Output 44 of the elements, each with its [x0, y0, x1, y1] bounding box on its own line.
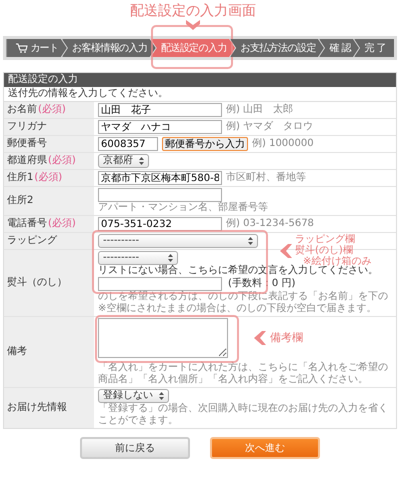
text-field[interactable]: 山田 花子 [98, 103, 222, 117]
hint-text: 例) 1000000 [252, 138, 314, 150]
field-label: 住所2 [7, 195, 34, 207]
section-header: 配送設定の入力 [4, 73, 396, 87]
required-label: (必須) [38, 104, 66, 116]
text-field[interactable]: 075-351-0232 [98, 217, 222, 231]
field-label: 住所1 [7, 172, 34, 184]
field-label: 備考 [7, 346, 27, 358]
required-label: (必須) [34, 172, 62, 184]
text-field[interactable]: ヤマダ ハナコ [98, 120, 222, 134]
annotation-label: ※絵付け箱のみ [303, 256, 372, 267]
dropdown[interactable]: ---------- [98, 234, 258, 248]
note-text: のしを希望される方は、のしの下段に表記する「お名前」を下の [98, 291, 388, 302]
hint-text: 例) 03-1234-5678 [226, 218, 314, 230]
dropdown[interactable]: 京都府 [98, 154, 149, 168]
field-label: フリガナ [7, 121, 47, 133]
annotation-label: 備考欄 [270, 332, 303, 344]
hint-text: 例) 山田 太郎 [226, 104, 294, 116]
annotation-label: ラッピング欄 [295, 234, 356, 245]
text-field[interactable]: 6008357 [98, 137, 158, 151]
instruction-text: リストにない場合、こちらに希望の文言を入力してください。 [98, 265, 378, 277]
hint-text: アパート・マンション名、部屋番号等 [98, 202, 268, 214]
fee-text: (手数料：0 円) [228, 278, 296, 290]
annotation-label: 熨斗(のし)欄 [295, 245, 354, 256]
field-label: 電話番号 [7, 218, 47, 230]
back-button[interactable]: 前に戻る [80, 437, 190, 459]
field-label: お名前 [7, 104, 37, 116]
postal-lookup-button[interactable]: 郵便番号から入力 [162, 137, 248, 151]
note-text: 「登録する」の場合、次回購入時に現在のお届け先の入力を省くことができます。 [98, 403, 389, 427]
field-label: 都道府県 [7, 155, 47, 167]
hint-text: 例) ヤマダ タロウ [226, 121, 314, 133]
required-label: (必須) [48, 218, 76, 230]
hint-text: 市区町村、番地等 [226, 172, 306, 184]
dropdown[interactable]: 登録しない [98, 389, 169, 403]
field-label: ラッピング [7, 235, 57, 247]
note-text: ※空欄にされたままの場合は、のしの下段が空白で届きます。 [98, 303, 376, 315]
field-label: お届け先情報 [7, 402, 67, 414]
field-label: 熨斗（のし） [7, 277, 67, 289]
note-text: 「名入れ」をカートに入れた方は、こちらに「名入れをご希望の商品名」「名入れ個所」「名入れ内容」をご記入ください。 [98, 362, 389, 386]
annotation-title: 配送設定の入力画面 [130, 3, 256, 19]
required-label: (必須) [48, 155, 76, 167]
text-field[interactable]: 京都市下京区梅本町580-8 [98, 171, 222, 185]
dropdown[interactable]: ---------- [98, 251, 178, 265]
field-label: 郵便番号 [7, 138, 47, 150]
